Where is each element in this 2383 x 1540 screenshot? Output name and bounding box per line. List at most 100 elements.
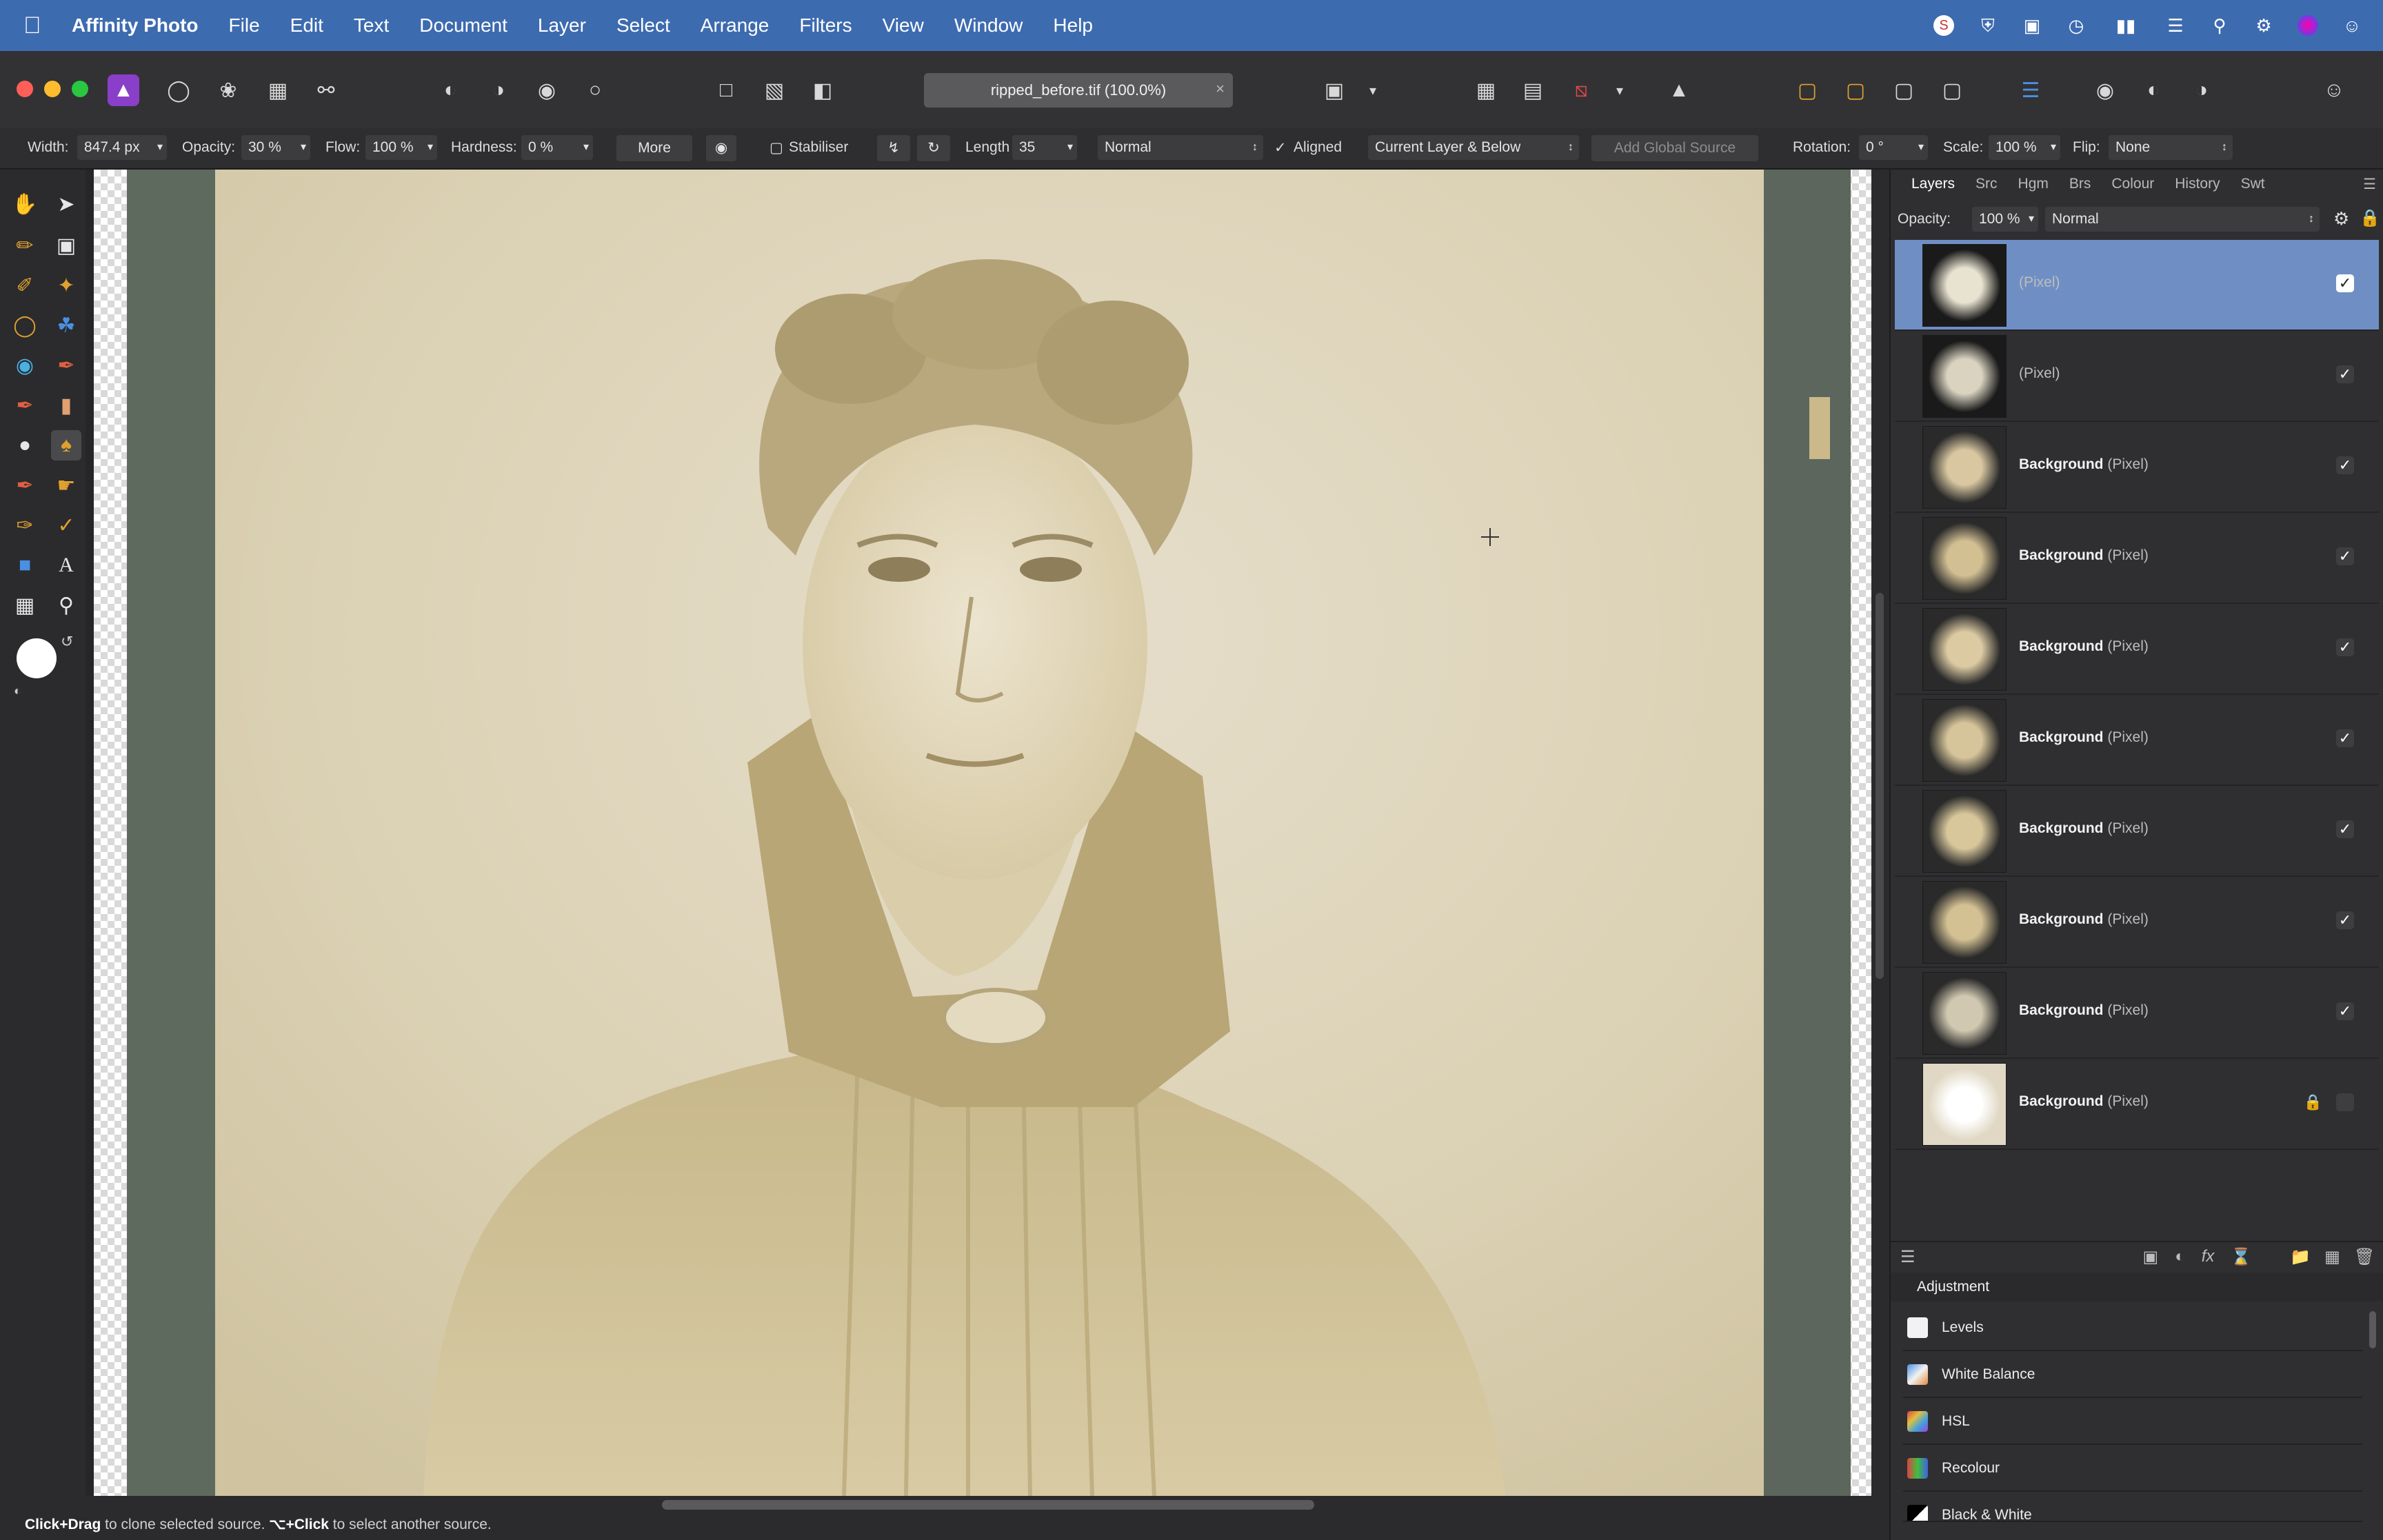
move-to-front-icon[interactable]: ▢ (1936, 74, 1968, 106)
sample-source-select[interactable]: Current Layer & Below ↕ (1368, 135, 1579, 160)
rope-mode-icon[interactable]: ↯ (877, 135, 910, 161)
adjustment-hsl[interactable]: HSL (1903, 1399, 2362, 1445)
menu-select[interactable]: Select (616, 14, 670, 37)
selection-brush-tool-icon[interactable]: ✐ (10, 270, 40, 301)
boolean-add-icon[interactable]: ◉ (2089, 74, 2121, 106)
move-tool-icon[interactable]: ➤ (51, 189, 81, 219)
add-global-source-button[interactable]: Add Global Source (1591, 135, 1758, 161)
zoom-window-button[interactable] (72, 81, 88, 97)
vertical-scrollbar[interactable] (1876, 593, 1884, 979)
adjustment-levels[interactable]: Levels (1903, 1306, 2362, 1351)
layer-visibility-checkbox[interactable]: ✓ (2336, 456, 2354, 474)
menu-arrange[interactable]: Arrange (701, 14, 770, 37)
layer-visibility-checkbox[interactable]: ✓ (2336, 365, 2354, 383)
flow-field[interactable]: 100 % ▾ (365, 135, 437, 160)
boolean-subtract-icon[interactable]: ◐ (2138, 74, 2169, 106)
layer-visibility-checkbox[interactable]: ✓ (2336, 638, 2354, 656)
auto-levels-icon[interactable]: ◐ (434, 74, 466, 106)
layer-visibility-checkbox[interactable]: ✓ (2336, 820, 2354, 838)
zoom-tool-icon[interactable]: ⚲ (51, 590, 81, 620)
search-icon[interactable]: ⚲ (2209, 15, 2230, 36)
siri-icon[interactable] (2297, 15, 2318, 36)
auto-white-balance-icon[interactable]: ○ (579, 74, 611, 106)
length-field[interactable]: 35 ▾ (1012, 135, 1077, 160)
assistant-icon[interactable]: ▲ (1663, 74, 1695, 106)
smudge-brush-tool-icon[interactable]: ☛ (51, 470, 81, 500)
canvas[interactable] (86, 170, 1871, 1496)
tab-layers[interactable]: Layers (1911, 176, 1955, 192)
layer-visibility-checkbox[interactable]: ✓ (2336, 547, 2354, 565)
snapping-magnet-icon[interactable]: ⧅ (1565, 74, 1597, 106)
tab-colour[interactable]: Colour (2111, 176, 2154, 192)
lock-icon[interactable]: 🔒 (2360, 208, 2380, 228)
scrobble-icon[interactable]: S (1933, 15, 1954, 36)
more-button[interactable]: More (616, 135, 692, 161)
tab-swatches[interactable]: Swt (2241, 176, 2265, 192)
app-menu[interactable]: Affinity Photo (72, 14, 199, 37)
layer-row[interactable]: Background (Pixel) ✓ (1895, 695, 2379, 786)
move-to-back-icon[interactable]: ▢ (1791, 74, 1823, 106)
erase-brush-tool-icon[interactable]: ▮ (51, 390, 81, 421)
account-icon[interactable]: ☺ (2318, 74, 2350, 106)
brush-settings-icon[interactable]: ◉ (706, 135, 736, 161)
develop-persona-icon[interactable]: ❀ (212, 74, 244, 106)
hand-tool-icon[interactable]: ✋ (10, 189, 40, 219)
layers-opacity-field[interactable]: 100 % ▾ (1972, 207, 2038, 232)
menu-document[interactable]: Document (419, 14, 507, 37)
layer-settings-icon[interactable]: ⚙ (2333, 208, 2349, 230)
dodge-brush-tool-icon[interactable]: ● (10, 430, 40, 460)
clock-icon[interactable]: ◷ (2066, 15, 2087, 36)
minimize-window-button[interactable] (44, 81, 61, 97)
gradient-tool-icon[interactable]: ◉ (10, 350, 40, 381)
adjustment-title[interactable]: Adjustment (1917, 1279, 1989, 1295)
deselect-icon[interactable]: ▧ (758, 74, 790, 106)
scale-field[interactable]: 100 % ▾ (1989, 135, 2060, 160)
clone-brush-tool-icon[interactable]: ♠ (51, 430, 81, 460)
panel-menu-icon[interactable]: ☰ (2363, 176, 2376, 193)
shield-icon[interactable]: ⛨ (1978, 15, 1998, 36)
layer-row[interactable]: Background (Pixel) 🔒 (1895, 1059, 2379, 1150)
stabiliser-checkbox[interactable]: ▢ (770, 139, 783, 156)
user-icon[interactable]: ☺ (2342, 15, 2362, 36)
menu-layer[interactable]: Layer (538, 14, 586, 37)
layer-lock-icon[interactable]: 🔒 (2304, 1093, 2322, 1111)
paint-brush-tool-icon[interactable]: ✒ (51, 350, 81, 381)
window-mode-icon[interactable]: ↻ (917, 135, 950, 161)
mesh-warp-tool-icon[interactable]: ▦ (10, 590, 40, 620)
tab-history[interactable]: History (2175, 176, 2220, 192)
close-window-button[interactable] (17, 81, 33, 97)
adjustment-recolour[interactable]: Recolour (1903, 1446, 2362, 1492)
menu-file[interactable]: File (229, 14, 260, 37)
add-mask-icon[interactable]: ▣ (2143, 1247, 2159, 1267)
freehand-select-tool-icon[interactable]: ◯ (10, 310, 40, 341)
layer-visibility-checkbox[interactable]: ✓ (2336, 1002, 2354, 1020)
marquee-icon[interactable]: □ (710, 74, 742, 106)
flip-select[interactable]: None ↕ (2109, 135, 2233, 160)
boolean-intersect-icon[interactable]: ◑ (2186, 74, 2218, 106)
add-pixel-layer-icon[interactable]: ▦ (2324, 1247, 2340, 1267)
menu-window[interactable]: Window (954, 14, 1023, 37)
width-field[interactable]: 847.4 px ▾ (77, 135, 167, 160)
tab-brushes[interactable]: Brs (2069, 176, 2091, 192)
layer-visibility-checkbox[interactable]: ✓ (2336, 274, 2354, 292)
grid-icon[interactable]: ▦ (1470, 74, 1502, 106)
blend-mode-select[interactable]: Normal ↕ (1098, 135, 1263, 160)
layer-row[interactable]: Background (Pixel) ✓ (1895, 786, 2379, 877)
menu-help[interactable]: Help (1053, 14, 1093, 37)
horizontal-scrollbar[interactable] (662, 1500, 1314, 1510)
quick-mask-icon[interactable]: ▣ (1318, 74, 1350, 106)
move-back-one-icon[interactable]: ▢ (1840, 74, 1871, 106)
healing-brush-tool-icon[interactable]: ✒ (10, 470, 40, 500)
liquify-persona-icon[interactable]: ◯ (163, 74, 194, 106)
adjustment-black-white[interactable]: Black & White (1903, 1493, 2362, 1522)
adjustment-white-balance[interactable]: White Balance (1903, 1352, 2362, 1398)
layer-row[interactable]: Background (Pixel) ✓ (1895, 604, 2379, 695)
move-forward-one-icon[interactable]: ▢ (1888, 74, 1920, 106)
text-tool-icon[interactable]: A (51, 550, 81, 580)
rotation-field[interactable]: 0 ° ▾ (1859, 135, 1928, 160)
close-tab-icon[interactable]: × (1216, 80, 1225, 98)
alignment-icon[interactable]: ☰ (2015, 74, 2047, 106)
tone-mapping-persona-icon[interactable]: ▦ (262, 74, 294, 106)
photo-persona-icon[interactable]: ▲ (108, 74, 139, 106)
adjustment-scrollbar[interactable] (2369, 1311, 2376, 1348)
